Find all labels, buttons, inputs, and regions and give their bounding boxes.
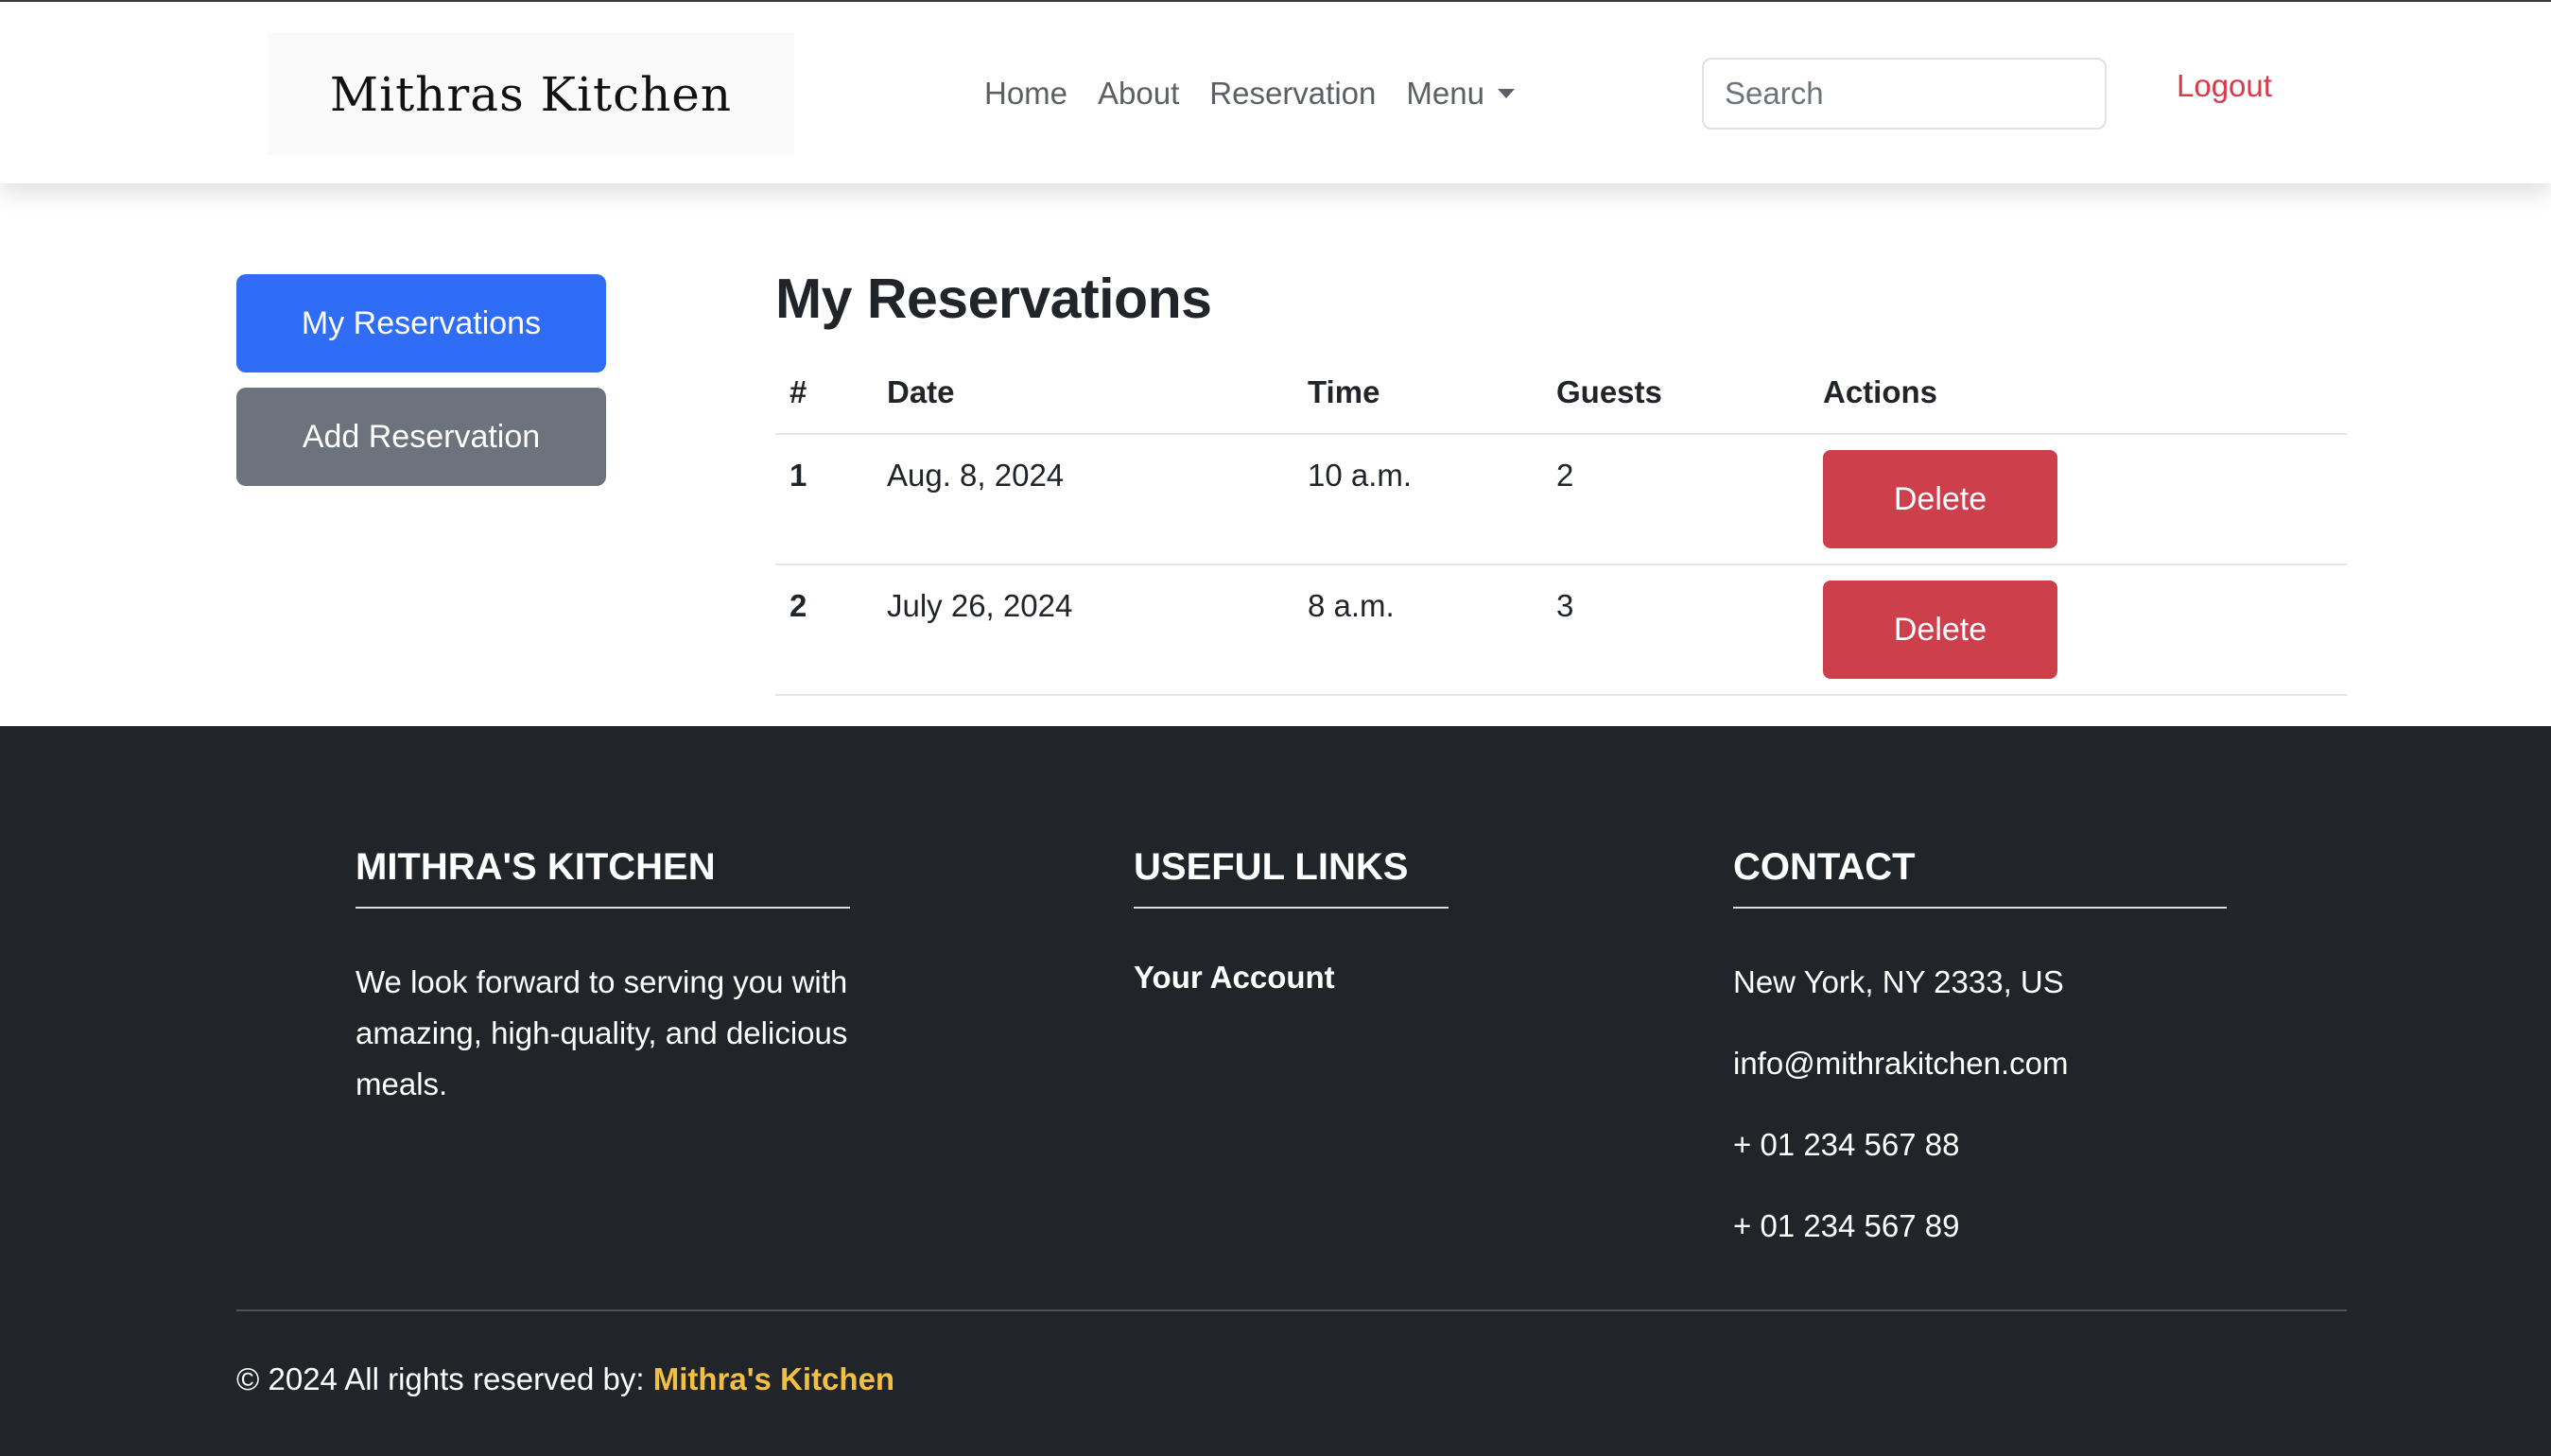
brand-name: Mithras Kitchen <box>329 66 733 122</box>
footer-bottom-divider <box>236 1309 2347 1311</box>
footer-contact-address: New York, NY 2333, US <box>1733 964 2064 999</box>
footer-about-line-2: amazing, high-quality, and delicious <box>356 1015 848 1050</box>
footer-contact-heading: CONTACT <box>1733 846 1916 888</box>
chevron-down-icon <box>1497 89 1515 98</box>
nav-about[interactable]: About <box>1083 76 1194 112</box>
add-reservation-button[interactable]: Add Reservation <box>236 388 606 486</box>
table-row: 1 Aug. 8, 2024 10 a.m. 2 Delete <box>775 435 2347 565</box>
delete-button[interactable]: Delete <box>1823 581 2057 679</box>
reservations-table: # Date Time Guests Actions 1 Aug. 8, 202… <box>775 355 2347 696</box>
add-reservation-label: Add Reservation <box>302 418 541 455</box>
my-reservations-button[interactable]: My Reservations <box>236 274 606 373</box>
nav-reservation[interactable]: Reservation <box>1194 76 1391 112</box>
top-navbar: Mithras Kitchen Home About Reservation M… <box>0 0 2551 183</box>
col-header-date: Date <box>887 374 955 409</box>
search-input[interactable] <box>1702 58 2107 130</box>
brand-logo[interactable]: Mithras Kitchen <box>268 33 794 155</box>
page-title: My Reservations <box>775 268 1212 330</box>
nav-menu-label: Menu <box>1406 76 1484 111</box>
table-header: # Date Time Guests Actions <box>775 355 2347 435</box>
col-header-time: Time <box>1308 374 1380 409</box>
row-date: Aug. 8, 2024 <box>887 458 1065 493</box>
col-header-guests: Guests <box>1556 374 1662 409</box>
footer-link-your-account[interactable]: Your Account <box>1134 960 1335 996</box>
main-nav: Home About Reservation Menu <box>969 66 1530 121</box>
delete-label: Delete <box>1893 611 1987 648</box>
footer-links-heading: USEFUL LINKS <box>1134 846 1409 888</box>
nav-home[interactable]: Home <box>969 76 1083 112</box>
footer-contact-phone-2: + 01 234 567 89 <box>1733 1208 1960 1243</box>
nav-menu-dropdown[interactable]: Menu <box>1391 76 1530 112</box>
copyright-text: © 2024 All rights reserved by: Mithra's … <box>236 1361 894 1397</box>
row-date: July 26, 2024 <box>887 588 1073 623</box>
footer-about-line-1: We look forward to serving you with <box>356 964 848 999</box>
row-time: 8 a.m. <box>1308 588 1395 623</box>
copyright-prefix: © 2024 All rights reserved by: <box>236 1361 653 1396</box>
footer-about-divider <box>356 907 850 909</box>
my-reservations-label: My Reservations <box>301 304 542 341</box>
col-header-number: # <box>790 374 807 409</box>
row-number: 2 <box>790 588 807 623</box>
footer-about-line-3: meals. <box>356 1066 448 1101</box>
footer-contact-phone-1: + 01 234 567 88 <box>1733 1127 1960 1162</box>
delete-label: Delete <box>1893 480 1987 517</box>
footer-contact-divider <box>1733 907 2227 909</box>
row-guests: 2 <box>1556 458 1574 493</box>
row-time: 10 a.m. <box>1308 458 1413 493</box>
logout-link[interactable]: Logout <box>2177 68 2272 104</box>
footer-about-heading: MITHRA'S KITCHEN <box>356 846 716 888</box>
site-footer: MITHRA'S KITCHEN We look forward to serv… <box>0 726 2551 1456</box>
footer-links-divider <box>1134 907 1449 909</box>
col-header-actions: Actions <box>1823 374 1938 409</box>
delete-button[interactable]: Delete <box>1823 450 2057 548</box>
row-guests: 3 <box>1556 588 1574 623</box>
footer-contact-email: info@mithrakitchen.com <box>1733 1046 2069 1081</box>
table-row: 2 July 26, 2024 8 a.m. 3 Delete <box>775 565 2347 696</box>
copyright-brand-link[interactable]: Mithra's Kitchen <box>653 1361 894 1396</box>
row-number: 1 <box>790 458 807 493</box>
